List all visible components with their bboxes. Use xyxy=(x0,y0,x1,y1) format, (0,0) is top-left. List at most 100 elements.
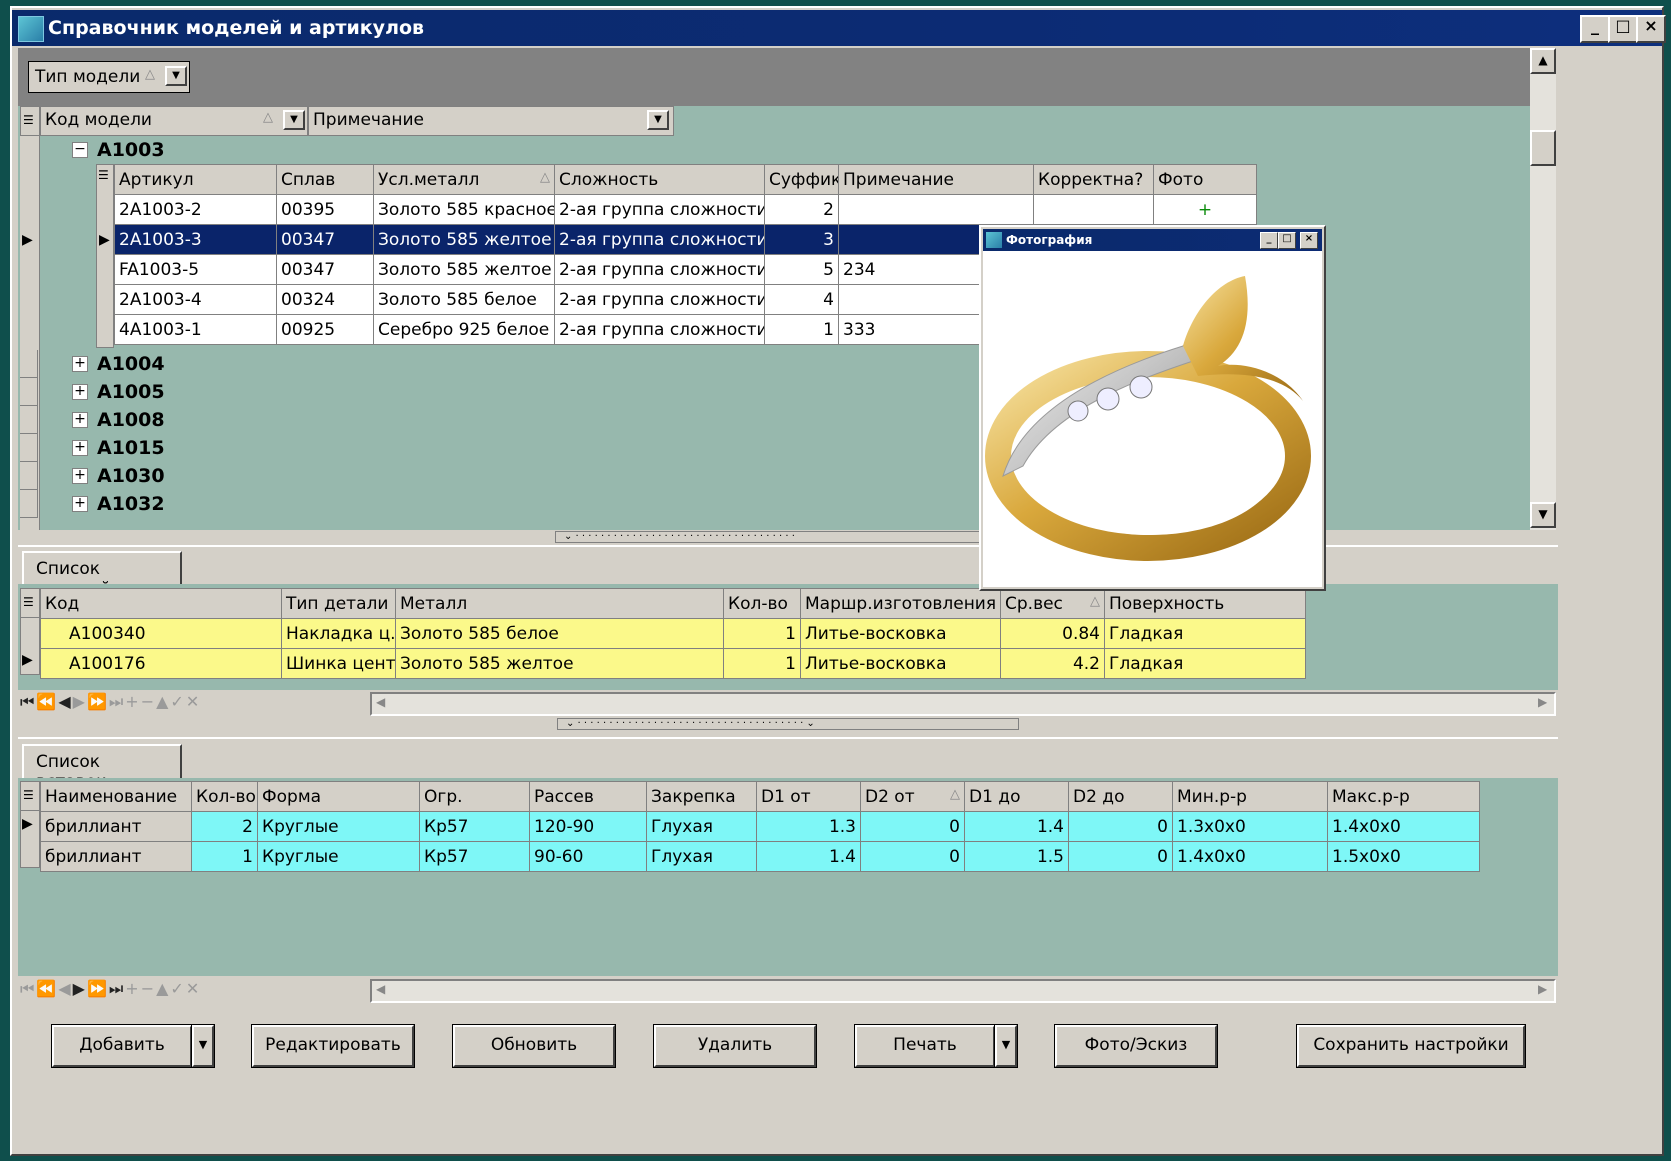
insert-row[interactable]: бриллиант 2 Круглые Кр57 120-90 Глухая 1.3 0 1.4… xyxy=(40,811,1480,842)
detail-cell[interactable]: Золото 585 желтое xyxy=(395,648,724,679)
insert-cell[interactable]: 0 xyxy=(860,811,965,842)
edit-icon[interactable]: ▲ xyxy=(156,979,170,998)
add-dropdown-icon[interactable]: ▼ xyxy=(191,1024,215,1068)
insert-cell[interactable]: бриллиант xyxy=(40,841,192,872)
post-icon[interactable]: ✓ xyxy=(170,692,185,711)
group-label[interactable]: A1004 xyxy=(97,353,165,375)
detail-cell[interactable]: Золото 585 белое xyxy=(395,618,724,649)
header-d1-from[interactable]: D1 от xyxy=(756,781,861,812)
detail-cell[interactable]: Гладкая xyxy=(1104,618,1306,649)
insert-cell[interactable]: 0 xyxy=(1068,841,1173,872)
details-hscrollbar[interactable] xyxy=(370,692,1556,716)
insert-cell[interactable]: Кр57 xyxy=(419,811,530,842)
cancel-icon[interactable]: ✕ xyxy=(186,979,201,998)
print-button[interactable]: Печать xyxy=(854,1024,996,1068)
insert-cell[interactable]: 120-90 xyxy=(529,811,647,842)
maximize-button[interactable]: □ xyxy=(1278,232,1296,249)
article-cell[interactable]: 4 xyxy=(764,284,839,315)
detail-row[interactable]: A100176 Шинка центр Золото 585 желтое 1 Лить… xyxy=(40,648,1306,679)
article-cell[interactable]: 2A1003-4 xyxy=(114,284,277,315)
detail-cell[interactable]: Накладка ц. xyxy=(281,618,396,649)
header-correct[interactable]: Корректна? xyxy=(1033,164,1154,195)
close-button[interactable]: × xyxy=(1636,15,1666,43)
delete-button[interactable]: Удалить xyxy=(653,1024,817,1068)
detail-cell[interactable]: 0.84 xyxy=(1000,618,1105,649)
prior-page-icon[interactable]: ⏪ xyxy=(36,692,58,711)
header-max-size[interactable]: Макс.р-р xyxy=(1327,781,1480,812)
print-dropdown-icon[interactable]: ▼ xyxy=(994,1024,1018,1068)
article-cell[interactable]: Золото 585 желтое xyxy=(373,224,555,255)
tab-inserts[interactable]: Список вставок xyxy=(22,744,182,792)
article-cell[interactable]: 00347 xyxy=(276,254,374,285)
article-cell[interactable]: 00925 xyxy=(276,314,374,345)
model-type-dropdown-icon[interactable]: ▼ xyxy=(165,66,187,86)
header-sieve[interactable]: Рассев xyxy=(529,781,647,812)
insert-cell[interactable]: 1.5 xyxy=(964,841,1069,872)
post-icon[interactable]: ✓ xyxy=(170,979,185,998)
header-quantity[interactable]: Кол-во xyxy=(723,588,801,619)
detail-cell[interactable]: 1 xyxy=(723,618,801,649)
inserts-hscrollbar[interactable] xyxy=(370,979,1556,1003)
article-cell[interactable]: 3 xyxy=(764,224,839,255)
detail-cell[interactable]: A100340 xyxy=(40,618,282,649)
insert-cell[interactable]: 1.4х0х0 xyxy=(1172,841,1328,872)
next-page-icon[interactable]: ⏩ xyxy=(87,979,109,998)
delete-icon[interactable]: − xyxy=(141,692,156,711)
insert-cell[interactable]: 90-60 xyxy=(529,841,647,872)
tree-scrollbar[interactable] xyxy=(1530,48,1556,530)
header-model-code[interactable]: Код модели △ ▼ xyxy=(40,106,308,136)
model-type-group-button[interactable]: Тип модели △ ▼ xyxy=(28,61,190,93)
insert-cell[interactable]: Круглые xyxy=(257,841,420,872)
refresh-button[interactable]: Обновить xyxy=(452,1024,616,1068)
header-metal[interactable]: Металл xyxy=(395,588,724,619)
header-quantity[interactable]: Кол-во xyxy=(191,781,258,812)
group-label[interactable]: A1003 xyxy=(97,139,165,161)
article-cell[interactable]: 4A1003-1 xyxy=(114,314,277,345)
group-label[interactable]: A1015 xyxy=(97,437,165,459)
article-cell[interactable]: Золото 585 красное xyxy=(373,194,555,225)
cancel-icon[interactable]: ✕ xyxy=(186,692,201,711)
insert-cell[interactable]: 1.3х0х0 xyxy=(1172,811,1328,842)
insert-cell[interactable]: 1.5х0х0 xyxy=(1327,841,1480,872)
next-record-icon[interactable]: ▶ xyxy=(73,692,87,711)
article-cell[interactable]: 2-ая группа сложности xyxy=(554,314,765,345)
group-label[interactable]: A1008 xyxy=(97,409,165,431)
article-cell[interactable]: Серебро 925 белое xyxy=(373,314,555,345)
insert-cell[interactable]: Кр57 xyxy=(419,841,530,872)
article-cell[interactable]: 2-ая группа сложности xyxy=(554,284,765,315)
expand-icon[interactable]: + xyxy=(72,412,88,428)
header-min-size[interactable]: Мин.р-р xyxy=(1172,781,1328,812)
expand-icon[interactable]: + xyxy=(72,496,88,512)
prior-record-icon[interactable]: ◀ xyxy=(58,692,72,711)
scroll-left-icon[interactable]: ◀ xyxy=(376,695,385,709)
article-cell[interactable]: 2 xyxy=(764,194,839,225)
insert-cell[interactable]: 0 xyxy=(1068,811,1173,842)
close-button[interactable]: × xyxy=(1300,232,1318,249)
scroll-thumb[interactable] xyxy=(1530,130,1556,166)
article-cell[interactable]: 2A1003-3 xyxy=(114,224,277,255)
expand-icon[interactable]: + xyxy=(72,440,88,456)
header-part-type[interactable]: Тип детали xyxy=(281,588,396,619)
add-button[interactable]: Добавить xyxy=(51,1024,193,1068)
delete-icon[interactable]: − xyxy=(141,979,156,998)
detail-cell[interactable]: Гладкая xyxy=(1104,648,1306,679)
insert-icon[interactable]: + xyxy=(125,979,140,998)
insert-cell[interactable]: 1 xyxy=(191,841,258,872)
header-avg-weight[interactable]: Ср.вес △ xyxy=(1000,588,1105,619)
prior-record-icon[interactable]: ◀ xyxy=(58,979,72,998)
scroll-left-icon[interactable]: ◀ xyxy=(376,982,385,996)
insert-cell[interactable]: 1.3 xyxy=(756,811,861,842)
article-cell[interactable]: + xyxy=(1153,194,1257,225)
article-cell[interactable]: 2-ая группа сложности xyxy=(554,254,765,285)
header-code[interactable]: Код xyxy=(40,588,282,619)
article-cell[interactable]: 5 xyxy=(764,254,839,285)
header-note[interactable]: Примечание xyxy=(838,164,1034,195)
insert-cell[interactable]: 0 xyxy=(860,841,965,872)
next-page-icon[interactable]: ⏩ xyxy=(87,692,109,711)
article-cell[interactable]: Золото 585 желтое xyxy=(373,254,555,285)
note-dropdown-icon[interactable]: ▼ xyxy=(647,110,669,130)
group-label[interactable]: A1032 xyxy=(97,493,165,515)
article-cell[interactable]: 2-ая группа сложности xyxy=(554,194,765,225)
header-shape[interactable]: Форма xyxy=(257,781,420,812)
splitter-handle[interactable]: ⌄ · · · · · · · · · · · · · · · · · · · … xyxy=(557,718,1019,730)
